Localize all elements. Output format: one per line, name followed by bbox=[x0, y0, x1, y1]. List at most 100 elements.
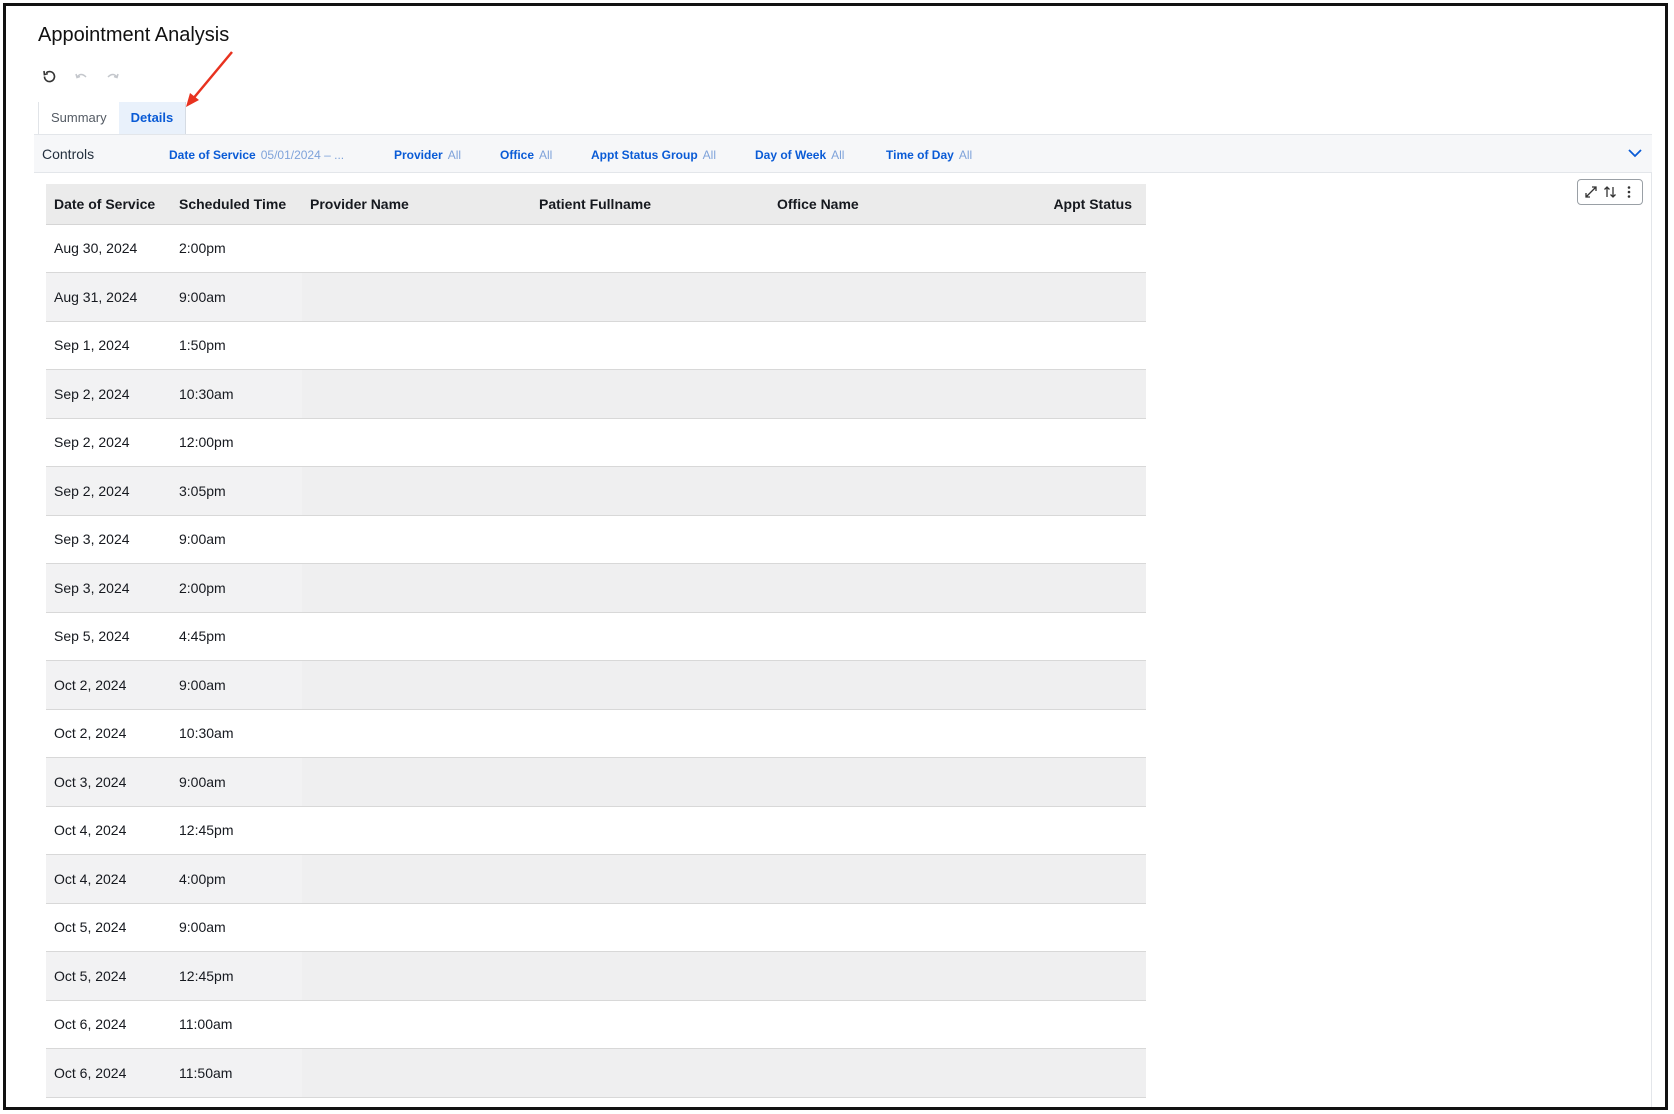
control-office[interactable]: Office All bbox=[500, 148, 552, 162]
table-cell: Sep 2, 2024 bbox=[46, 466, 171, 516]
reset-icon[interactable] bbox=[38, 66, 60, 88]
table-row[interactable]: Aug 30, 2024 2:00pm bbox=[46, 224, 1146, 273]
table-cell bbox=[531, 321, 769, 370]
control-appt-status-group[interactable]: Appt Status Group All bbox=[591, 148, 716, 162]
table-cell: 11:00am bbox=[171, 1000, 302, 1049]
table-cell: Aug 30, 2024 bbox=[46, 224, 171, 273]
table-row[interactable]: Sep 1, 2024 1:50pm bbox=[46, 321, 1146, 370]
control-name: Day of Week bbox=[755, 148, 827, 162]
table-row[interactable]: Sep 2, 2024 3:05pm bbox=[46, 466, 1146, 516]
table-cell bbox=[769, 418, 979, 467]
table-cell: Sep 2, 2024 bbox=[46, 418, 171, 467]
tab-details[interactable]: Details bbox=[118, 102, 187, 134]
table-cell: 9:00am bbox=[171, 515, 302, 564]
table-cell bbox=[769, 321, 979, 370]
table-cell bbox=[302, 369, 531, 419]
table-cell bbox=[769, 757, 979, 807]
table-cell bbox=[979, 563, 1146, 613]
table-cell: Oct 5, 2024 bbox=[46, 951, 171, 1001]
control-date-of-service[interactable]: Date of Service 05/01/2024 – ... bbox=[169, 148, 344, 162]
table-row[interactable]: Oct 2, 2024 9:00am bbox=[46, 660, 1146, 710]
control-value: All bbox=[958, 148, 973, 162]
column-header-office-name[interactable]: Office Name bbox=[769, 184, 979, 225]
table-cell bbox=[302, 806, 531, 855]
table-cell bbox=[531, 854, 769, 904]
table-cell bbox=[531, 418, 769, 467]
table-cell bbox=[531, 757, 769, 807]
sort-icon[interactable] bbox=[1602, 184, 1618, 200]
table-cell bbox=[979, 1000, 1146, 1049]
table-row[interactable]: Oct 5, 2024 12:45pm bbox=[46, 951, 1146, 1001]
table-cell bbox=[531, 515, 769, 564]
table-cell: 10:30am bbox=[171, 369, 302, 419]
chevron-down-icon[interactable] bbox=[1626, 144, 1644, 162]
table-row[interactable]: Sep 3, 2024 9:00am bbox=[46, 515, 1146, 564]
table-row[interactable]: Oct 4, 2024 4:00pm bbox=[46, 854, 1146, 904]
table-cell bbox=[302, 563, 531, 613]
table-cell: Sep 5, 2024 bbox=[46, 612, 171, 661]
table-cell: 11:50am bbox=[171, 1048, 302, 1098]
annotation-arrow-icon bbox=[186, 51, 233, 107]
expand-icon[interactable] bbox=[1583, 184, 1599, 200]
table-cell bbox=[302, 903, 531, 952]
table-cell bbox=[769, 369, 979, 419]
table-cell: Oct 2, 2024 bbox=[46, 709, 171, 758]
controls-label: Controls bbox=[42, 146, 95, 162]
table-cell: 12:45pm bbox=[171, 951, 302, 1001]
table-row[interactable]: Sep 2, 2024 12:00pm bbox=[46, 418, 1146, 467]
table-cell bbox=[531, 272, 769, 322]
control-day-of-week[interactable]: Day of Week All bbox=[755, 148, 844, 162]
column-header-patient-fullname[interactable]: Patient Fullname bbox=[531, 184, 769, 225]
table-cell bbox=[531, 806, 769, 855]
table-cell bbox=[979, 466, 1146, 516]
table-cell bbox=[531, 369, 769, 419]
table-cell bbox=[302, 466, 531, 516]
table-cell bbox=[302, 272, 531, 322]
table-row[interactable]: Oct 5, 2024 9:00am bbox=[46, 903, 1146, 952]
table-cell: Oct 4, 2024 bbox=[46, 854, 171, 904]
table-cell bbox=[531, 951, 769, 1001]
table-cell: 2:00pm bbox=[171, 563, 302, 613]
table-cell bbox=[302, 854, 531, 904]
table-cell bbox=[979, 903, 1146, 952]
table-body: Aug 30, 2024 2:00pm Aug 31, 2024 9:00am Sep … bbox=[46, 224, 1146, 1098]
table-cell bbox=[979, 1048, 1146, 1098]
table-cell bbox=[979, 660, 1146, 710]
column-header-scheduled-time[interactable]: Scheduled Time bbox=[171, 184, 302, 225]
sheet-tabs: Summary Details bbox=[38, 102, 187, 134]
table-row[interactable]: Aug 31, 2024 9:00am bbox=[46, 272, 1146, 322]
table-cell bbox=[979, 757, 1146, 807]
table-cell bbox=[979, 709, 1146, 758]
table-cell bbox=[769, 709, 979, 758]
undo-icon[interactable] bbox=[70, 66, 92, 88]
more-options-icon[interactable] bbox=[1621, 184, 1637, 200]
table-row[interactable]: Oct 6, 2024 11:00am bbox=[46, 1000, 1146, 1049]
table-cell: 9:00am bbox=[171, 660, 302, 710]
table-cell bbox=[979, 612, 1146, 661]
table-row[interactable]: Oct 4, 2024 12:45pm bbox=[46, 806, 1146, 855]
tab-summary[interactable]: Summary bbox=[39, 102, 119, 134]
table-cell bbox=[769, 612, 979, 661]
control-value: All bbox=[539, 148, 553, 162]
table-cell bbox=[302, 951, 531, 1001]
table-row[interactable]: Sep 5, 2024 4:45pm bbox=[46, 612, 1146, 661]
table-row[interactable]: Oct 3, 2024 9:00am bbox=[46, 757, 1146, 807]
column-header-date-of-service[interactable]: Date of Service bbox=[46, 184, 171, 225]
table-cell bbox=[531, 903, 769, 952]
table-row[interactable]: Sep 3, 2024 2:00pm bbox=[46, 563, 1146, 613]
table-row[interactable]: Oct 6, 2024 11:50am bbox=[46, 1048, 1146, 1098]
table-cell bbox=[979, 806, 1146, 855]
column-header-provider-name[interactable]: Provider Name bbox=[302, 184, 531, 225]
redo-icon[interactable] bbox=[102, 66, 124, 88]
control-value: All bbox=[831, 148, 845, 162]
table-cell: Oct 3, 2024 bbox=[46, 757, 171, 807]
column-header-appt-status[interactable]: Appt Status bbox=[979, 184, 1146, 225]
table-cell: Sep 3, 2024 bbox=[46, 515, 171, 564]
control-provider[interactable]: Provider All bbox=[394, 148, 461, 162]
control-time-of-day[interactable]: Time of Day All bbox=[886, 148, 972, 162]
table-cell bbox=[769, 806, 979, 855]
table-row[interactable]: Oct 2, 2024 10:30am bbox=[46, 709, 1146, 758]
table-cell bbox=[302, 757, 531, 807]
table-row[interactable]: Sep 2, 2024 10:30am bbox=[46, 369, 1146, 419]
table-cell bbox=[531, 709, 769, 758]
